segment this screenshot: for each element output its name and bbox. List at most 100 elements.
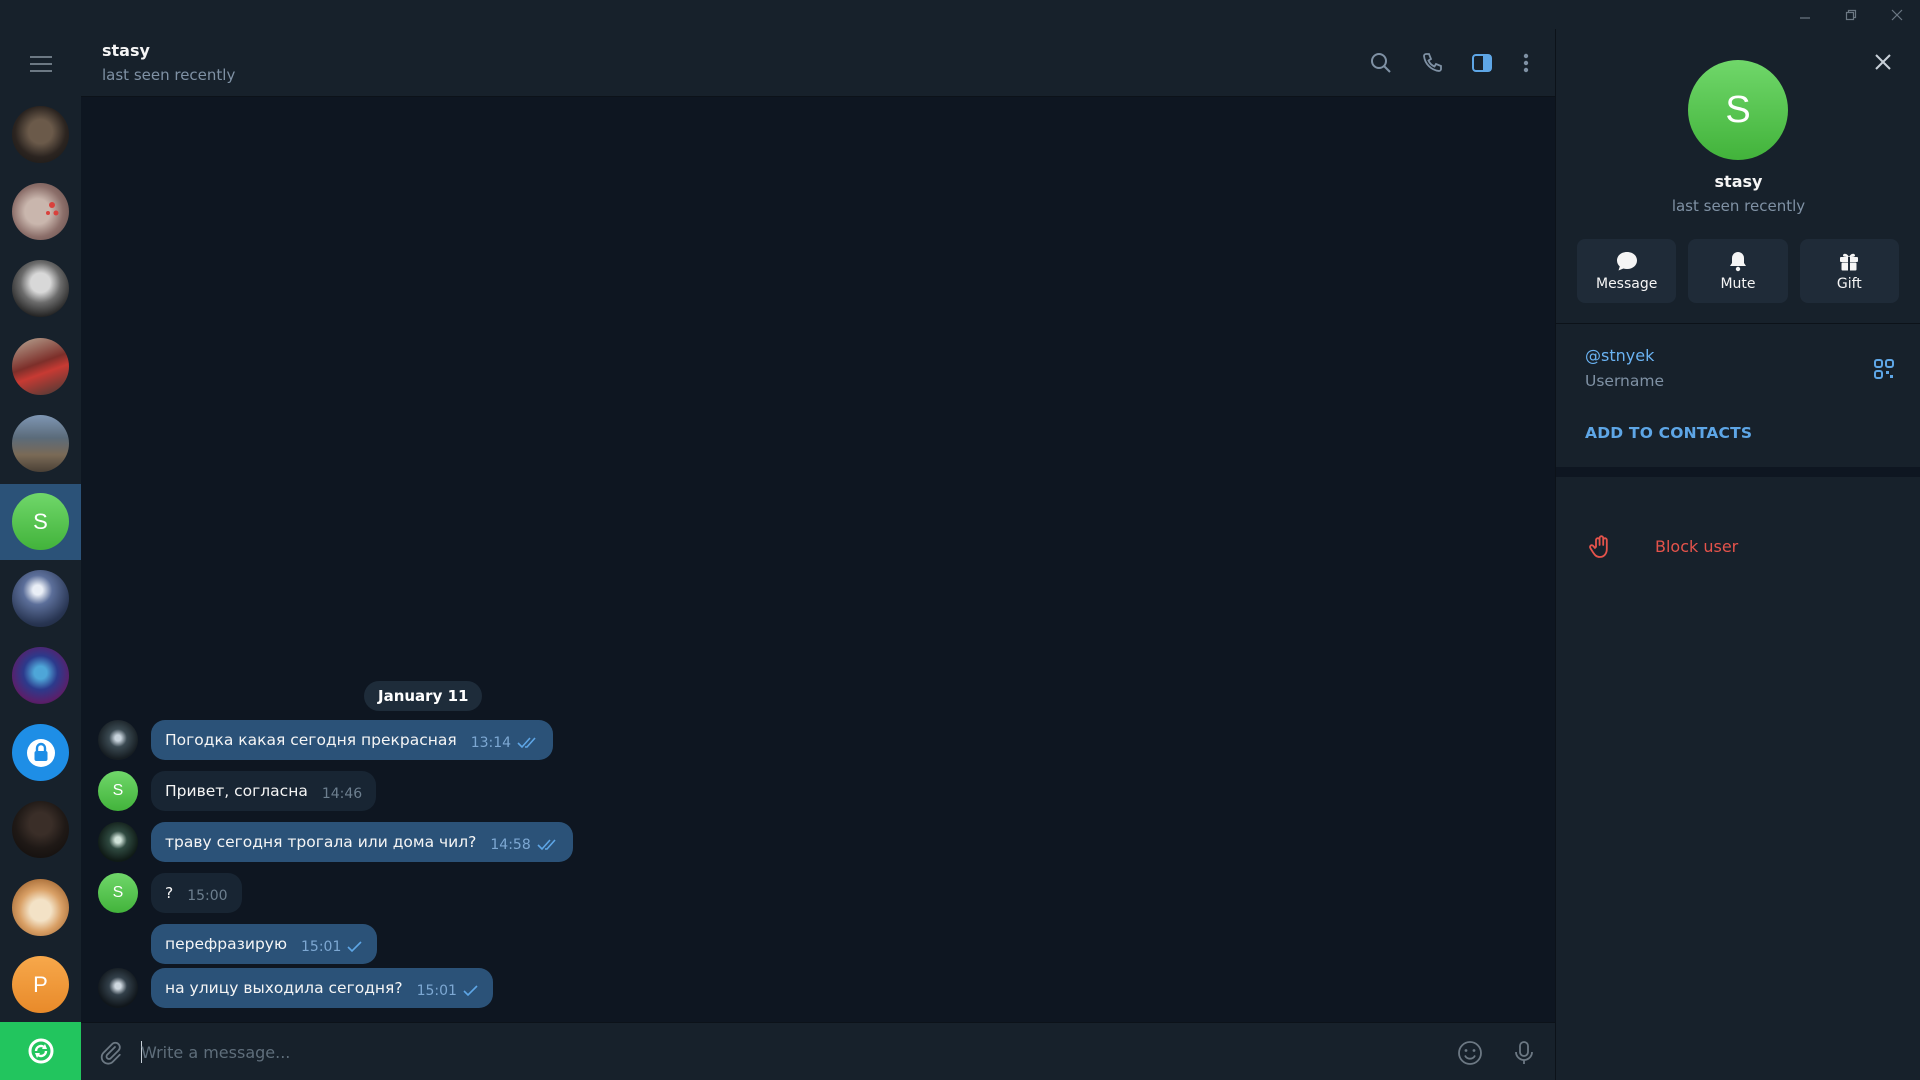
username-label: Username [1585, 372, 1665, 390]
restore-icon [1845, 9, 1857, 20]
chat-avatar[interactable]: P [12, 956, 69, 1013]
message-time: 15:01 [301, 939, 342, 955]
main-menu-button[interactable] [0, 29, 81, 99]
message-time: 15:01 [416, 983, 457, 999]
call-button[interactable] [1417, 48, 1447, 78]
profile-status: last seen recently [1671, 197, 1806, 215]
message-input[interactable] [141, 1037, 1441, 1067]
message-bubble-outgoing[interactable]: траву сегодня трогала или дома чил? 14:5… [151, 822, 573, 862]
message-row: S Привет, согласна 14:46 [81, 771, 681, 811]
message-action-button[interactable]: Message [1577, 239, 1677, 303]
chat-avatar[interactable] [12, 570, 69, 627]
search-button[interactable] [1366, 48, 1396, 78]
message-text: траву сегодня трогала или дома чил? [165, 833, 477, 851]
message-row: траву сегодня трогала или дома чил? 14:5… [81, 822, 681, 862]
more-options-button[interactable] [1511, 48, 1541, 78]
window-close-button[interactable] [1874, 0, 1920, 29]
chat-avatar[interactable] [12, 801, 69, 858]
chat-avatar[interactable] [12, 260, 69, 317]
more-vertical-icon [1523, 53, 1529, 73]
toggle-info-panel-button[interactable] [1467, 48, 1497, 78]
username-value[interactable]: @stnyek [1585, 346, 1654, 365]
message-composer [81, 1022, 1555, 1080]
window-titlebar [0, 0, 1920, 29]
chat-header[interactable]: stasy last seen recently [81, 29, 1555, 97]
message-time: 14:46 [321, 786, 363, 802]
sync-icon [28, 1038, 53, 1064]
close-icon [1875, 54, 1891, 70]
message-bubble-outgoing[interactable]: Погодка какая сегодня прекрасная 13:14 [151, 720, 554, 760]
minimize-button[interactable] [1782, 0, 1828, 29]
message-action-label: Message [1595, 276, 1658, 292]
smiley-icon [1458, 1041, 1482, 1065]
gift-action-label: Gift [1836, 276, 1862, 292]
message-time: 14:58 [490, 837, 531, 853]
message-row: S ? 15:00 [81, 873, 681, 913]
message-time: 13:14 [470, 735, 512, 751]
profile-actions: Message Mute Gift [1577, 239, 1899, 303]
message-time: 15:00 [187, 888, 228, 904]
message-row: на улицу выходила сегодня? 15:01 [81, 968, 681, 1008]
sender-avatar[interactable] [98, 720, 138, 760]
mute-action-label: Mute [1720, 276, 1756, 292]
qr-code-button[interactable] [1872, 357, 1896, 381]
message-bubble-incoming[interactable]: Привет, согласна 14:46 [151, 771, 377, 811]
sender-avatar[interactable]: S [98, 771, 138, 811]
avatar-letter: S [33, 508, 48, 534]
sender-avatar[interactable] [98, 968, 138, 1008]
section-divider [1556, 467, 1920, 477]
chat-avatar[interactable] [12, 647, 69, 704]
avatar-letter: S [112, 782, 124, 799]
lock-bubble-icon [26, 738, 55, 767]
add-to-contacts-button[interactable]: ADD TO CONTACTS [1585, 424, 1752, 442]
chat-area: stasy last seen recently January 11 Пого… [81, 29, 1555, 1080]
chat-avatar[interactable] [12, 415, 69, 472]
message-row: Погодка какая сегодня прекрасная 13:14 [81, 720, 681, 760]
mute-action-button[interactable]: Mute [1688, 239, 1788, 303]
single-check-icon [347, 941, 363, 953]
double-check-icon [517, 737, 539, 749]
close-icon [1891, 9, 1903, 20]
voice-record-button[interactable] [1508, 1037, 1540, 1069]
chat-avatar[interactable] [12, 338, 69, 395]
gift-icon [1840, 253, 1859, 271]
profile-avatar[interactable]: S [1688, 60, 1788, 160]
chat-title[interactable]: stasy [102, 41, 150, 60]
attach-button[interactable] [95, 1037, 127, 1069]
chat-avatar[interactable] [12, 879, 69, 936]
block-user-label: Block user [1655, 537, 1739, 556]
profile-name: stasy [1714, 172, 1763, 191]
emoji-button[interactable] [1454, 1037, 1486, 1069]
message-bubble-outgoing[interactable]: на улицу выходила сегодня? 15:01 [151, 968, 493, 1008]
message-bubble-incoming[interactable]: ? 15:00 [151, 873, 242, 913]
double-check-icon [537, 839, 559, 851]
restore-button[interactable] [1828, 0, 1874, 29]
chat-avatar[interactable] [12, 106, 69, 163]
message-text: перефразирую [165, 935, 288, 953]
chat-avatar-selected[interactable]: S [12, 493, 69, 550]
message-text: Привет, согласна [165, 782, 308, 800]
qr-code-icon [1874, 359, 1894, 379]
message-bubble-outgoing[interactable]: перефразирую 15:01 [151, 924, 378, 964]
microphone-icon [1515, 1041, 1533, 1064]
sender-avatar[interactable] [98, 822, 138, 862]
chat-avatar[interactable] [12, 183, 69, 240]
sidebar-panel-icon [1472, 54, 1492, 72]
avatar-letter: S [112, 884, 124, 901]
hearts-sticker-icon [46, 202, 59, 216]
block-user-button[interactable]: Block user [1556, 524, 1920, 570]
single-check-icon [463, 985, 479, 997]
user-info-panel: S stasy last seen recently Message Mute … [1555, 29, 1920, 1080]
sender-avatar[interactable]: S [98, 873, 138, 913]
chat-avatar[interactable] [12, 724, 69, 781]
hand-stop-icon [1589, 535, 1608, 558]
section-divider [1556, 323, 1920, 324]
message-text: ? [165, 884, 174, 902]
minimize-icon [1800, 16, 1810, 19]
bell-icon [1729, 252, 1746, 272]
paperclip-icon [100, 1041, 121, 1065]
sync-button[interactable] [0, 1022, 81, 1080]
close-panel-button[interactable] [1868, 47, 1898, 77]
message-text: Погодка какая сегодня прекрасная [165, 731, 457, 749]
gift-action-button[interactable]: Gift [1799, 239, 1899, 303]
